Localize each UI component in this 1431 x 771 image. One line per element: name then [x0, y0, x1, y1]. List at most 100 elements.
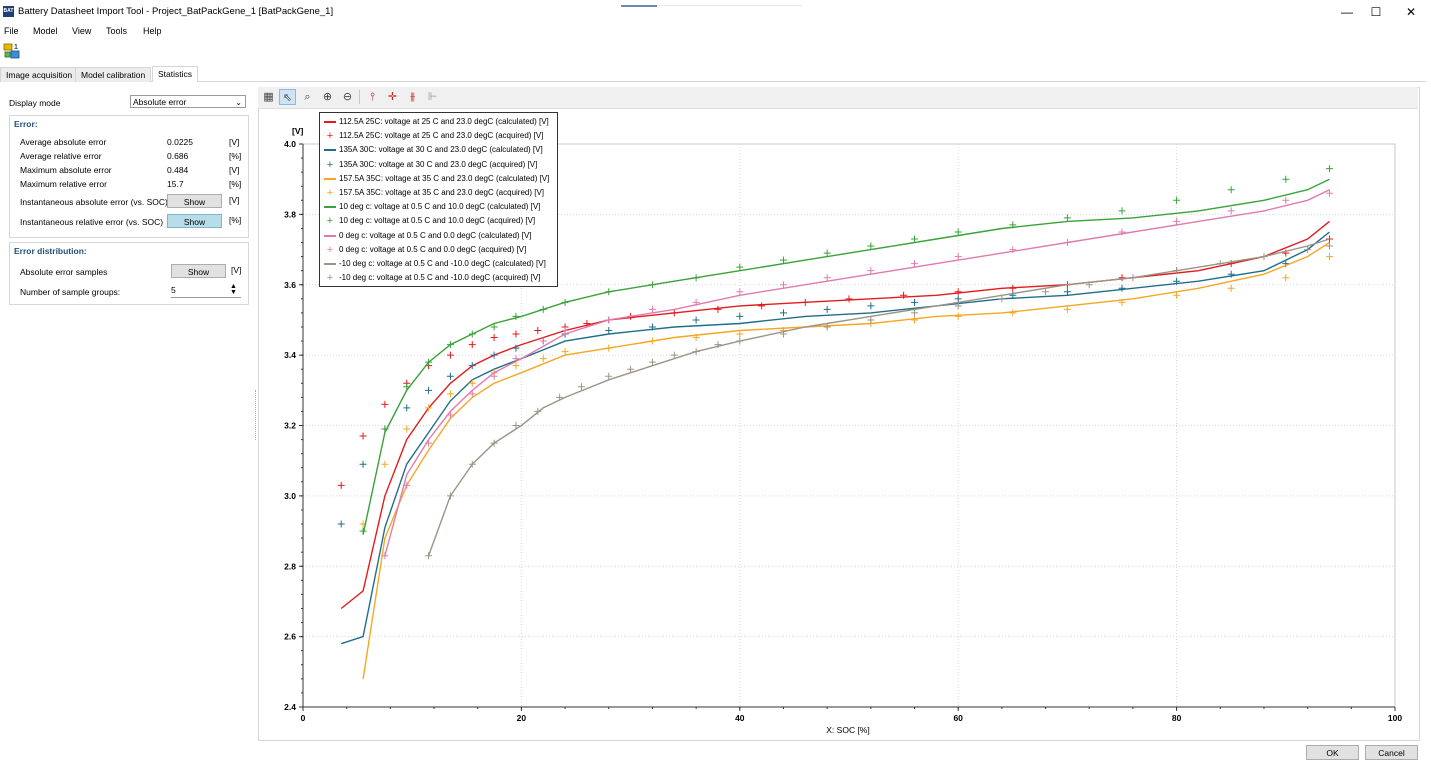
data-point-1: [801, 298, 809, 306]
y-tick-label: 3.6: [284, 280, 296, 290]
legend-entry[interactable]: 157.5A 35C: voltage at 35 C and 23.0 deg…: [320, 172, 557, 186]
legend-marker-swatch: +: [326, 187, 334, 199]
data-point-7: [359, 527, 367, 535]
data-point-5: [911, 316, 919, 324]
legend-marker-swatch: +: [326, 243, 334, 256]
data-point-3: [446, 372, 454, 380]
data-point-3: [823, 305, 831, 313]
data-point-7: [1282, 175, 1290, 183]
data-point-7: [539, 305, 547, 313]
data-point-1: [446, 351, 454, 359]
legend-label: 135A 30C: voltage at 30 C and 23.0 degC …: [339, 145, 543, 155]
y-tick-label: 3.0: [284, 491, 296, 501]
legend-entry[interactable]: 112.5A 25C: voltage at 25 C and 23.0 deg…: [320, 115, 557, 129]
legend-label: 157.5A 35C: voltage at 35 C and 23.0 deg…: [339, 173, 550, 183]
data-point-3: [692, 316, 700, 324]
legend-entry[interactable]: + -10 deg c: voltage at 0.5 C and -10.0 d…: [320, 271, 557, 285]
legend-entry[interactable]: +157.5A 35C: voltage at 35 C and 23.0 de…: [320, 186, 557, 200]
data-point-3: [337, 520, 345, 528]
y-tick-label: 3.4: [284, 350, 296, 360]
legend-line-swatch: [324, 206, 336, 209]
legend-entry[interactable]: 0 deg c: voltage at 0.5 C and 0.0 degC (…: [320, 229, 557, 243]
data-point-9: [1227, 207, 1235, 215]
x-tick-label: 100: [1388, 713, 1402, 723]
data-point-5: [1227, 284, 1235, 292]
legend-entry[interactable]: 10 deg c: voltage at 0.5 C and 10.0 degC…: [320, 200, 557, 214]
data-point-5: [736, 330, 744, 338]
data-point-11: [425, 552, 433, 560]
data-point-1: [1009, 284, 1017, 292]
legend-label: 0 deg c: voltage at 0.5 C and 0.0 degC (…: [339, 244, 527, 254]
cancel-button[interactable]: Cancel: [1365, 745, 1418, 760]
legend-label: 135A 30C: voltage at 30 C and 23.0 degC …: [339, 159, 538, 169]
data-point-11: [1129, 274, 1137, 282]
data-point-9: [446, 411, 454, 419]
legend-line-swatch: [324, 234, 336, 237]
x-tick-label: 60: [953, 713, 963, 723]
data-point-1: [1118, 274, 1126, 282]
data-point-3: [1063, 288, 1071, 296]
x-tick-label: 0: [301, 713, 306, 723]
data-point-3: [1118, 284, 1126, 292]
data-point-1: [954, 288, 962, 296]
x-tick-label: 20: [517, 713, 527, 723]
data-point-7: [468, 330, 476, 338]
legend-label: 112.5A 25C: voltage at 25 C and 23.0 deg…: [339, 117, 549, 126]
data-point-5: [381, 460, 389, 468]
legend-line-swatch: [324, 121, 336, 123]
y-tick-label: 2.4: [284, 702, 296, 712]
data-point-5: [403, 425, 411, 433]
data-point-3: [490, 351, 498, 359]
data-point-9: [1282, 196, 1290, 204]
y-tick-label: 2.8: [284, 561, 296, 571]
data-point-1: [758, 302, 766, 310]
data-point-1: [381, 400, 389, 408]
data-point-5: [1325, 253, 1333, 261]
data-point-5: [648, 337, 656, 345]
data-point-7: [1325, 165, 1333, 173]
legend-label: 112.5A 25C: voltage at 25 C and 23.0 deg…: [339, 131, 544, 141]
data-point-1: [337, 481, 345, 489]
data-point-11: [736, 337, 744, 345]
data-point-7: [561, 298, 569, 306]
legend-label: 10 deg c: voltage at 0.5 C and 10.0 degC…: [339, 216, 536, 226]
x-tick-label: 80: [1172, 713, 1182, 723]
legend-label: -10 deg c: voltage at 0.5 C and -10.0 de…: [339, 259, 546, 268]
chart[interactable]: 2.42.62.83.03.23.43.63.84.00 20 40 60 80 100 …: [0, 0, 1431, 771]
data-point-5: [1063, 305, 1071, 313]
data-point-3: [867, 302, 875, 310]
data-point-3: [425, 386, 433, 394]
legend-entry[interactable]: +10 deg c: voltage at 0.5 C and 10.0 deg…: [320, 214, 557, 228]
data-point-5: [468, 379, 476, 387]
data-point-1: [359, 432, 367, 440]
series-line-4: [362, 241, 1330, 680]
chart-legend: 112.5A 25C: voltage at 25 C and 23.0 deg…: [319, 112, 558, 287]
data-point-5: [446, 390, 454, 398]
data-point-7: [605, 288, 613, 296]
data-point-5: [1009, 309, 1017, 317]
y-tick-label: 2.6: [284, 632, 296, 642]
data-point-11: [1260, 253, 1268, 261]
y-tick-label: 3.2: [284, 421, 296, 431]
data-point-5: [539, 355, 547, 363]
data-point-5: [605, 344, 613, 352]
legend-label: 157.5A 35C: voltage at 35 C and 23.0 deg…: [339, 188, 545, 197]
legend-entry[interactable]: 135A 30C: voltage at 30 C and 23.0 degC …: [320, 143, 557, 157]
data-point-7: [1063, 214, 1071, 222]
data-point-7: [1118, 207, 1126, 215]
data-point-5: [954, 312, 962, 320]
data-point-1: [534, 326, 542, 334]
legend-entry[interactable]: +135A 30C: voltage at 30 C and 23.0 degC…: [320, 158, 557, 172]
legend-entry[interactable]: -10 deg c: voltage at 0.5 C and -10.0 de…: [320, 257, 557, 271]
data-point-1: [714, 305, 722, 313]
legend-marker-swatch: +: [326, 130, 334, 143]
data-point-11: [556, 393, 564, 401]
series-line-10: [427, 238, 1330, 556]
data-point-9: [1063, 239, 1071, 247]
legend-entry[interactable]: +112.5A 25C: voltage at 25 C and 23.0 de…: [320, 129, 557, 143]
ok-button[interactable]: OK: [1306, 745, 1359, 760]
data-point-1: [845, 295, 853, 303]
data-point-7: [1173, 196, 1181, 204]
legend-entry[interactable]: +0 deg c: voltage at 0.5 C and 0.0 degC …: [320, 243, 557, 257]
x-tick-label: 40: [735, 713, 745, 723]
